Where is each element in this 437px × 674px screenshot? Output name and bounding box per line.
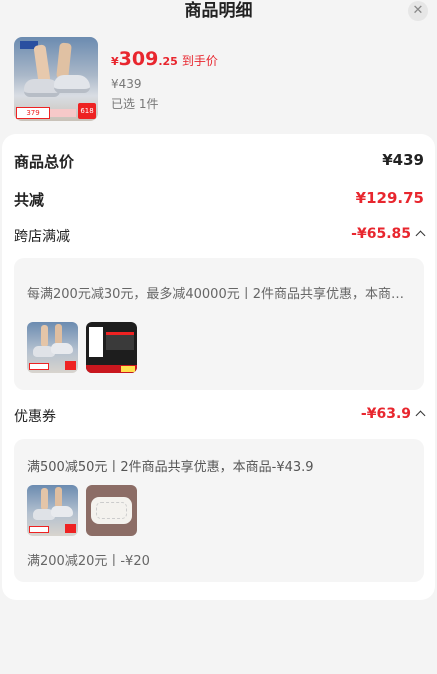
shoe-product-thumbnail[interactable] — [27, 485, 78, 536]
total-discount-row: 共减 ¥129.75 — [14, 189, 424, 209]
total-discount-label: 共减 — [14, 191, 45, 209]
chevron-up-icon[interactable] — [415, 230, 426, 241]
chevron-up-icon[interactable] — [415, 410, 426, 421]
shoebox-product-thumbnail[interactable] — [86, 322, 137, 373]
cross-store-description: 每满200元减30元，最多减40000元丨2件商品共享优惠，本商品-¥65.85 — [27, 287, 411, 302]
header: 商品明细 ✕ — [0, 0, 437, 26]
total-price-row: 商品总价 ¥439 — [14, 151, 424, 171]
price-currency: ¥ — [111, 55, 119, 68]
final-price: ¥309.25 到手价 — [111, 48, 218, 70]
total-price-value: ¥439 — [382, 151, 424, 169]
coupon-description-1: 满500减50元丨2件商品共享优惠，本商品-¥43.9 — [27, 460, 314, 475]
cross-store-panel: 每满200元减30元，最多减40000元丨2件商品共享优惠，本商品-¥65.85 — [14, 258, 424, 390]
cross-store-label: 跨店满减 — [14, 229, 70, 245]
page-title: 商品明细 — [184, 1, 253, 21]
total-discount-value: ¥129.75 — [355, 189, 424, 207]
shoe-product-thumbnail[interactable] — [27, 322, 78, 373]
close-icon[interactable]: ✕ — [408, 1, 428, 21]
cross-store-value: -¥65.85 — [351, 226, 411, 242]
pillow-product-thumbnail[interactable] — [86, 485, 137, 536]
selected-count: 已选 1件 — [111, 97, 159, 111]
coupon-value: -¥63.9 — [360, 406, 411, 422]
coupon-label: 优惠券 — [14, 409, 56, 425]
price-integer: 309 — [118, 48, 159, 70]
coupon-row[interactable]: 优惠券 -¥63.9 — [14, 406, 426, 426]
price-breakdown-card: 商品总价 ¥439 共减 ¥129.75 跨店满减 -¥65.85 每满200元… — [2, 134, 435, 600]
total-price-label: 商品总价 — [14, 153, 75, 171]
coupon-description-2: 满200减20元丨-¥20 — [27, 554, 150, 569]
coupon-panel: 满500减50元丨2件商品共享优惠，本商品-¥43.9 满200减20元丨-¥2… — [14, 439, 424, 582]
cross-store-row[interactable]: 跨店满减 -¥65.85 — [14, 226, 426, 246]
product-summary: 379 618 ¥309.25 到手价 ¥439 已选 1件 — [14, 37, 424, 121]
price-decimal: .25 — [158, 55, 178, 68]
product-thumbnail[interactable]: 379 618 — [14, 37, 98, 121]
price-tag: 到手价 — [181, 54, 218, 68]
original-price: ¥439 — [111, 77, 142, 91]
